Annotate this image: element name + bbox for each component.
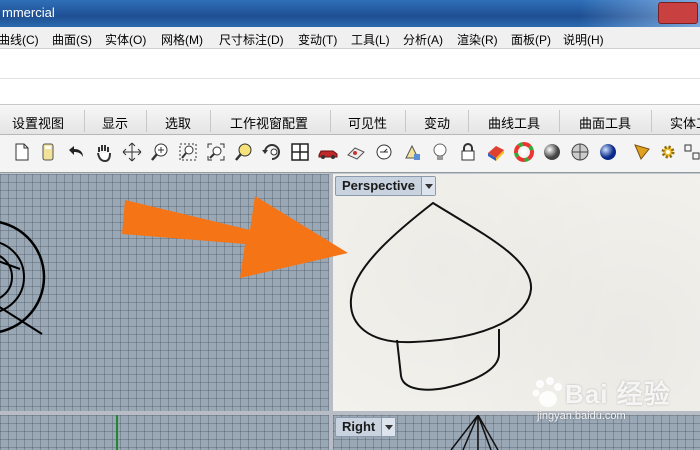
watermark-url: jingyan.baidu.com [537,410,626,422]
baidu-watermark: Bai 经验 jingyan.baidu.com [527,372,697,434]
paw-logo-icon [532,377,562,407]
watermark-brand: Bai 经验 [565,379,671,409]
